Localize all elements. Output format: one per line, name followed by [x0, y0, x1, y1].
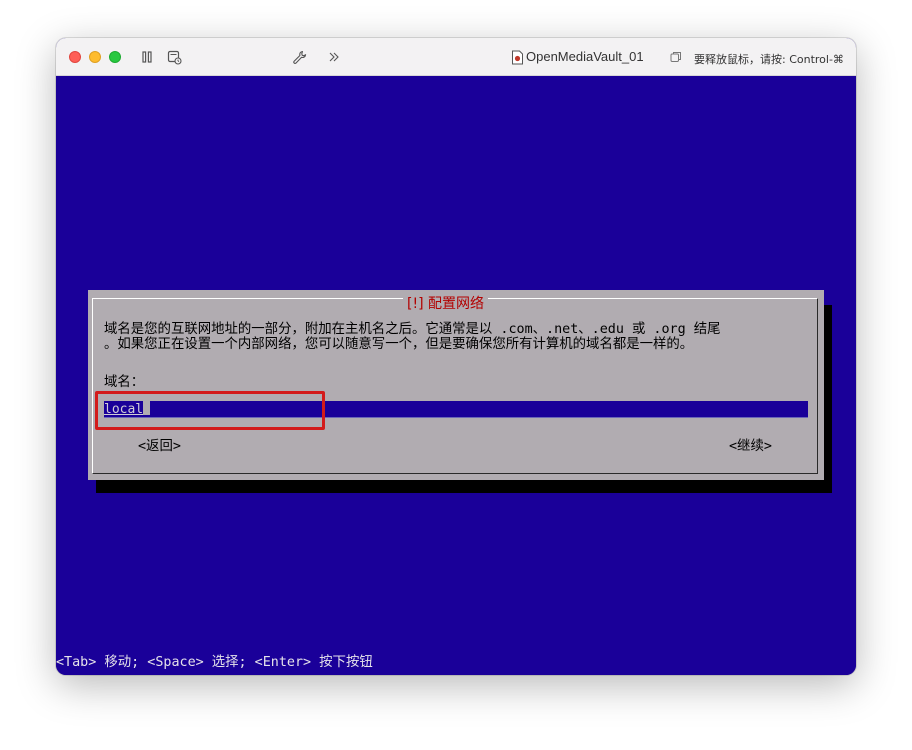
snapshot-icon[interactable] [165, 47, 183, 67]
keyboard-help-bar: <Tab> 移动; <Space> 选择; <Enter> 按下按钮 [56, 655, 373, 670]
release-mouse-hint: 要释放鼠标，请按: Control-⌘ [694, 53, 844, 66]
close-window-button[interactable] [69, 51, 81, 63]
domain-field-label: 域名： [104, 375, 145, 390]
vm-window: OpenMediaVault_01 要释放鼠标，请按: Control-⌘ [!… [56, 38, 856, 675]
vm-document-icon [508, 47, 526, 67]
wrench-icon[interactable] [290, 47, 308, 67]
minimize-window-button[interactable] [89, 51, 101, 63]
continue-button[interactable]: <继续> [729, 434, 772, 454]
dialog-description: 域名是您的互联网地址的一部分，附加在主机名之后。它通常是以 .com、.net、… [104, 322, 810, 352]
vm-screen[interactable]: [!] 配置网络 域名是您的互联网地址的一部分，附加在主机名之后。它通常是以 .… [56, 76, 856, 675]
dialog-title: [!] 配置网络 [403, 295, 488, 313]
title-bar: OpenMediaVault_01 要释放鼠标，请按: Control-⌘ [56, 38, 856, 76]
annotation-highlight-box [95, 391, 325, 430]
window-title: OpenMediaVault_01 [526, 49, 644, 64]
window-copy-icon[interactable] [667, 47, 685, 67]
configure-network-dialog: [!] 配置网络 域名是您的互联网地址的一部分，附加在主机名之后。它通常是以 .… [88, 290, 824, 480]
chevron-double-right-icon[interactable] [325, 47, 343, 67]
maximize-window-button[interactable] [109, 51, 121, 63]
pause-icon[interactable] [138, 47, 156, 67]
description-line-1: 域名是您的互联网地址的一部分，附加在主机名之后。它通常是以 .com、.net、… [104, 322, 721, 337]
description-line-2: 。如果您正在设置一个内部网络，您可以随意写一个，但是要确保您所有计算机的域名都是… [104, 337, 694, 352]
back-button[interactable]: <返回> [138, 434, 181, 454]
